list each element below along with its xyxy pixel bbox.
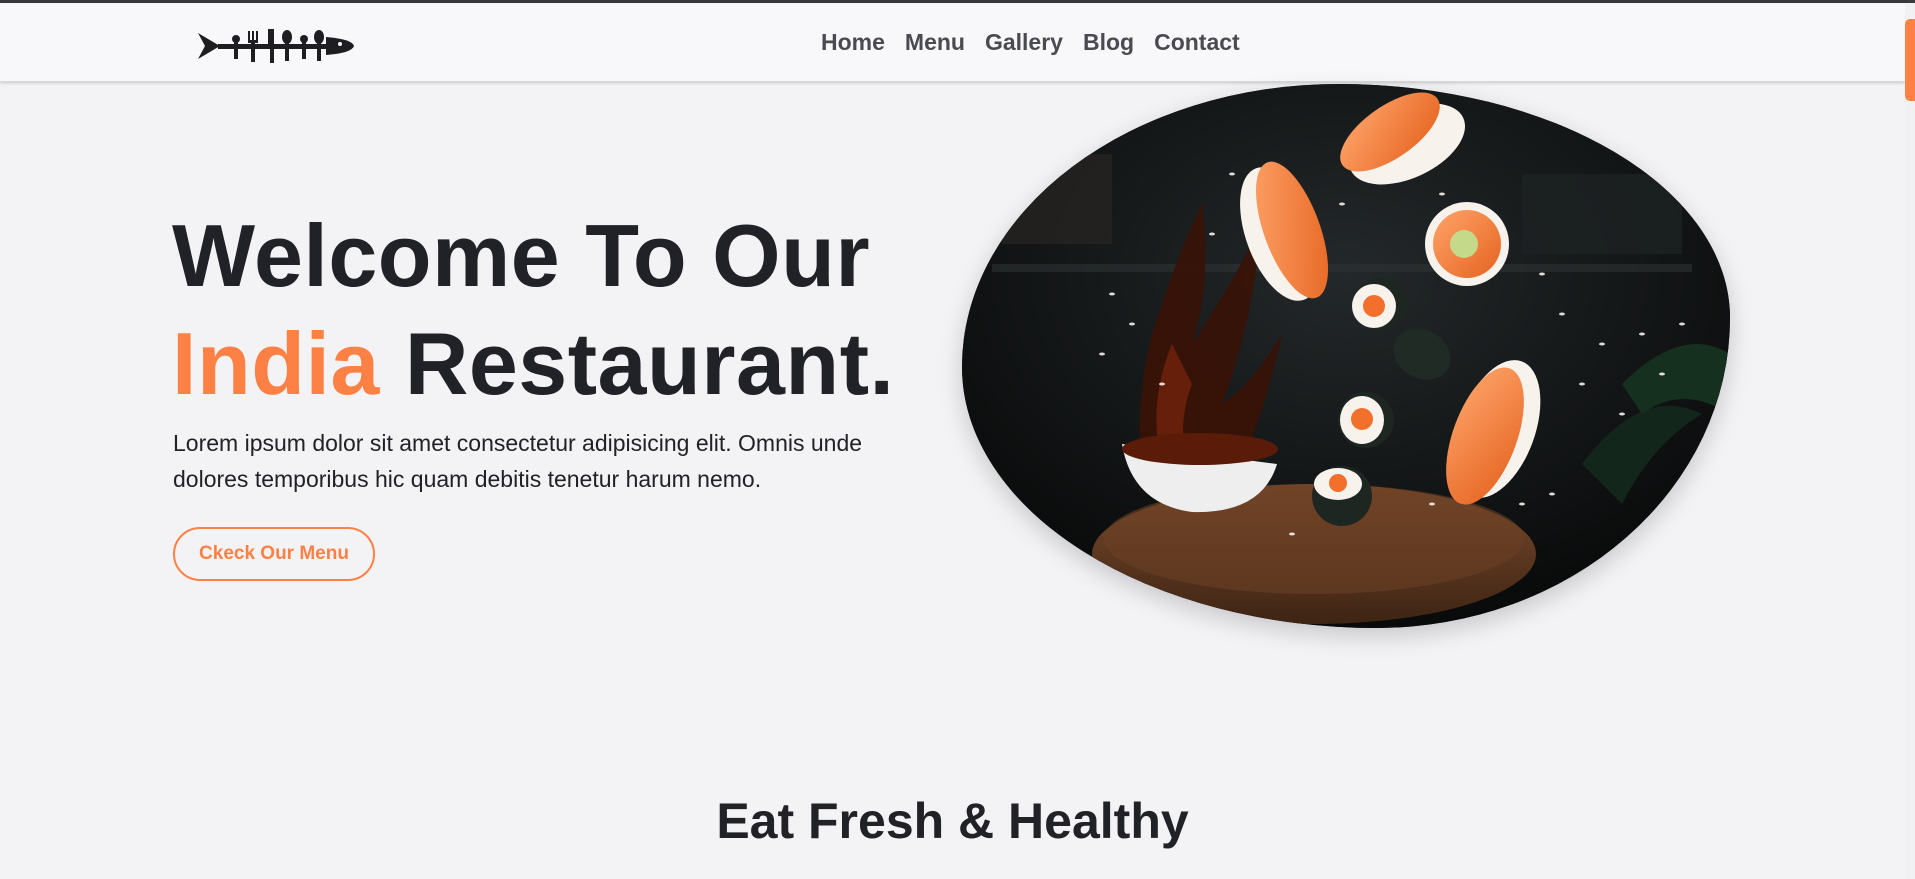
hero-description: Lorem ipsum dolor sit amet consectetur a… [173, 430, 863, 492]
scrollbar-thumb[interactable] [1905, 19, 1915, 101]
scrollbar-track[interactable] [1905, 3, 1915, 879]
main-nav: Home Menu Gallery Blog Contact [821, 29, 1260, 56]
hero-title: Welcome To Our India Restaurant. [172, 202, 894, 418]
cutlery-fish-logo-icon[interactable] [198, 25, 354, 67]
nav-link-menu[interactable]: Menu [905, 29, 965, 56]
section-title: Eat Fresh & Healthy [716, 793, 1189, 849]
page: Home Menu Gallery Blog Contact Welcome T… [0, 0, 1915, 879]
hero-title-line1: Welcome To Our [172, 206, 871, 305]
check-menu-button[interactable]: Ckeck Our Menu [173, 527, 375, 581]
nav-link-blog[interactable]: Blog [1083, 29, 1134, 56]
flying-sushi-image [962, 84, 1730, 628]
nav-link-home[interactable]: Home [821, 29, 885, 56]
nav-link-contact[interactable]: Contact [1154, 29, 1240, 56]
hero-title-accent: India [172, 314, 380, 413]
navbar: Home Menu Gallery Blog Contact [0, 3, 1905, 82]
hero-title-rest: Restaurant. [404, 314, 895, 413]
nav-link-gallery[interactable]: Gallery [985, 29, 1063, 56]
